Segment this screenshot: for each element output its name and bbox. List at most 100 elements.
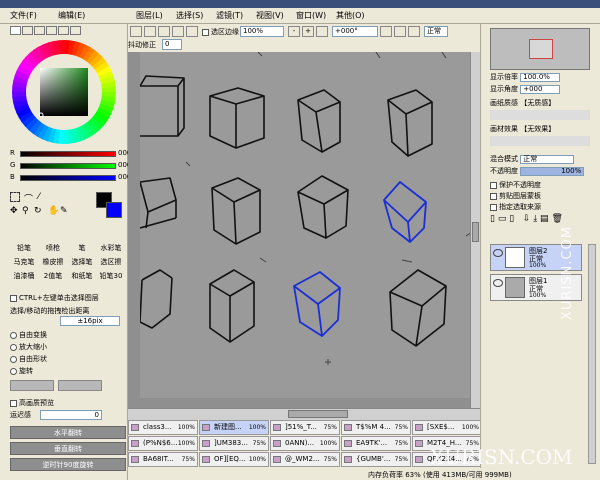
zoom-reset-button[interactable] xyxy=(316,26,328,37)
menu-window[interactable]: 窗口(W) xyxy=(296,10,326,21)
merge-down-icon[interactable]: ⤓ xyxy=(533,214,537,224)
cancel-button[interactable] xyxy=(58,380,102,391)
nav-angle-field[interactable]: +000 xyxy=(520,84,561,94)
vertical-scrollbar[interactable] xyxy=(470,52,480,410)
new-layer-icon[interactable]: ▯ xyxy=(490,214,495,224)
rotate-left-button[interactable] xyxy=(380,26,392,37)
tool-btn-1[interactable] xyxy=(130,26,142,37)
rotate-icon[interactable]: ↻ xyxy=(34,206,42,216)
paper-texture-row[interactable]: 画纸质感 【无质感】 xyxy=(490,98,595,108)
layers-scrollbar[interactable] xyxy=(588,244,596,464)
menu-view[interactable]: 视图(V) xyxy=(256,10,284,21)
navigator-preview[interactable] xyxy=(490,28,590,70)
document-tab[interactable]: 0ANN)... 100% xyxy=(270,436,340,451)
document-tab[interactable]: BA68IT... 75% xyxy=(128,452,198,467)
radio-scale[interactable] xyxy=(10,343,17,351)
tool-btn-5[interactable] xyxy=(186,26,198,37)
navigator-viewport[interactable] xyxy=(529,39,553,59)
blue-slider[interactable]: B 000 xyxy=(10,173,131,182)
selection-source-option[interactable]: 指定选取来源 xyxy=(490,202,595,212)
hand-icon[interactable]: ✋ xyxy=(48,206,59,216)
document-tab[interactable]: 新建图... 100% xyxy=(199,420,269,435)
red-bar[interactable] xyxy=(20,151,116,157)
document-tab[interactable]: OF][EQ... 100% xyxy=(199,452,269,467)
brush-tool-9[interactable]: 2值笔 xyxy=(39,271,67,291)
radio-free[interactable] xyxy=(10,331,17,339)
transform-free[interactable]: 自由变换 xyxy=(10,330,47,340)
radio-rotate[interactable] xyxy=(10,367,17,375)
selection-edge-checkbox[interactable] xyxy=(202,28,209,36)
document-tab[interactable]: ]UM383... 75% xyxy=(199,436,269,451)
radio-freeform[interactable] xyxy=(10,355,17,363)
paper-effect-value[interactable]: 【无效果】 xyxy=(520,125,555,133)
ctrl-select-checkbox[interactable] xyxy=(10,294,17,302)
clipping-mask-option[interactable]: 剪贴图层蒙板 xyxy=(490,191,595,201)
rgb-tab-icon[interactable] xyxy=(22,26,33,35)
red-slider[interactable]: R 000 xyxy=(10,149,131,158)
rotate-right-button[interactable] xyxy=(394,26,406,37)
green-bar[interactable] xyxy=(20,163,116,169)
paper-effect-row[interactable]: 画材效果 【无效果】 xyxy=(490,124,595,134)
paper-texture-value[interactable]: 【无质感】 xyxy=(520,99,555,107)
tool-btn-2[interactable] xyxy=(144,26,156,37)
zoom-in-button[interactable]: + xyxy=(302,26,314,37)
menu-other[interactable]: 其他(O) xyxy=(336,10,365,21)
scratch-tab-icon[interactable] xyxy=(70,26,81,35)
rect-select-icon[interactable] xyxy=(10,192,20,202)
copy-layer-icon[interactable]: ▯ xyxy=(509,214,514,224)
clipping-mask-checkbox[interactable] xyxy=(490,192,497,200)
visibility-eye-icon[interactable] xyxy=(493,249,503,257)
apply-button[interactable] xyxy=(10,380,54,391)
clear-layer-icon[interactable]: ▤ xyxy=(540,214,549,224)
color-mode-tabs[interactable] xyxy=(10,26,82,37)
document-tab[interactable]: (P%N$6... 100% xyxy=(128,436,198,451)
nav-zoom-field[interactable]: 100.0% xyxy=(520,72,561,82)
selection-edge-label[interactable]: 选区边缘 xyxy=(202,27,239,37)
flip-vertical-button[interactable]: 垂直翻转 xyxy=(10,442,126,455)
paper-texture-slider[interactable] xyxy=(490,110,590,120)
ctrl-select-layer-option[interactable]: CTRL+左键单击选择图层 xyxy=(10,293,99,303)
hsv-tab-icon[interactable] xyxy=(34,26,45,35)
brush-tool-10[interactable]: 和纸笔 xyxy=(68,271,96,291)
color-wheel-tab-icon[interactable] xyxy=(10,26,21,35)
transform-rotate[interactable]: 旋转 xyxy=(10,366,33,376)
move-distance-field[interactable]: ±16pix xyxy=(60,316,120,326)
transform-freeform[interactable]: 自由形状 xyxy=(10,354,47,364)
visibility-eye-icon[interactable] xyxy=(493,279,503,287)
delete-layer-icon[interactable]: 🗑 xyxy=(551,214,562,224)
green-slider[interactable]: G 000 xyxy=(10,161,131,170)
secondary-color-swatch[interactable] xyxy=(106,202,122,218)
brush-tool-11[interactable]: 铅笔30 xyxy=(97,271,125,291)
paper-effect-slider[interactable] xyxy=(490,136,590,146)
flip-button[interactable] xyxy=(408,26,420,37)
horizontal-scrollbar[interactable] xyxy=(128,408,480,420)
magic-wand-icon[interactable]: ⁄ xyxy=(38,192,40,202)
menu-select[interactable]: 选择(S) xyxy=(176,10,203,21)
tool-btn-4[interactable] xyxy=(172,26,184,37)
flip-horizontal-button[interactable]: 水平翻转 xyxy=(10,426,126,439)
eyedropper-icon[interactable]: ✎ xyxy=(60,206,68,216)
brush-tool-8[interactable]: 油漆桶 xyxy=(10,271,38,291)
color-wheel[interactable] xyxy=(12,40,116,144)
new-layer-folder-icon[interactable]: ▭ xyxy=(498,214,507,224)
blue-bar[interactable] xyxy=(20,175,116,181)
document-tab[interactable]: EA9TK'... 75% xyxy=(341,436,411,451)
blend-mode-select[interactable]: 正常 xyxy=(424,26,448,37)
vertical-scroll-thumb[interactable] xyxy=(472,222,479,242)
menu-edit[interactable]: 编辑(E) xyxy=(58,10,85,21)
document-tab[interactable]: ]51%_T... 75% xyxy=(270,420,340,435)
document-tab[interactable]: {GUMB'... 75% xyxy=(341,452,411,467)
menu-layer[interactable]: 图层(L) xyxy=(136,10,163,21)
hq-preview-checkbox[interactable] xyxy=(10,399,17,407)
document-tab[interactable]: class3... 100% xyxy=(128,420,198,435)
hq-preview-option[interactable]: 高画质预览 xyxy=(10,398,54,408)
layer-blend-select[interactable]: 正常 xyxy=(520,154,575,164)
drawing-canvas[interactable] xyxy=(140,52,470,398)
protect-opacity-option[interactable]: 保护不透明度 xyxy=(490,180,595,190)
selection-source-checkbox[interactable] xyxy=(490,203,497,211)
zoom-icon[interactable]: ⚲ xyxy=(22,206,29,216)
rotate-ccw-90-button[interactable]: 逆时针90度旋转 xyxy=(10,458,126,471)
speed-field[interactable]: 0 xyxy=(40,410,102,420)
document-tab[interactable]: T$%M 4... 75% xyxy=(341,420,411,435)
rotation-field[interactable]: +000° xyxy=(332,26,378,37)
